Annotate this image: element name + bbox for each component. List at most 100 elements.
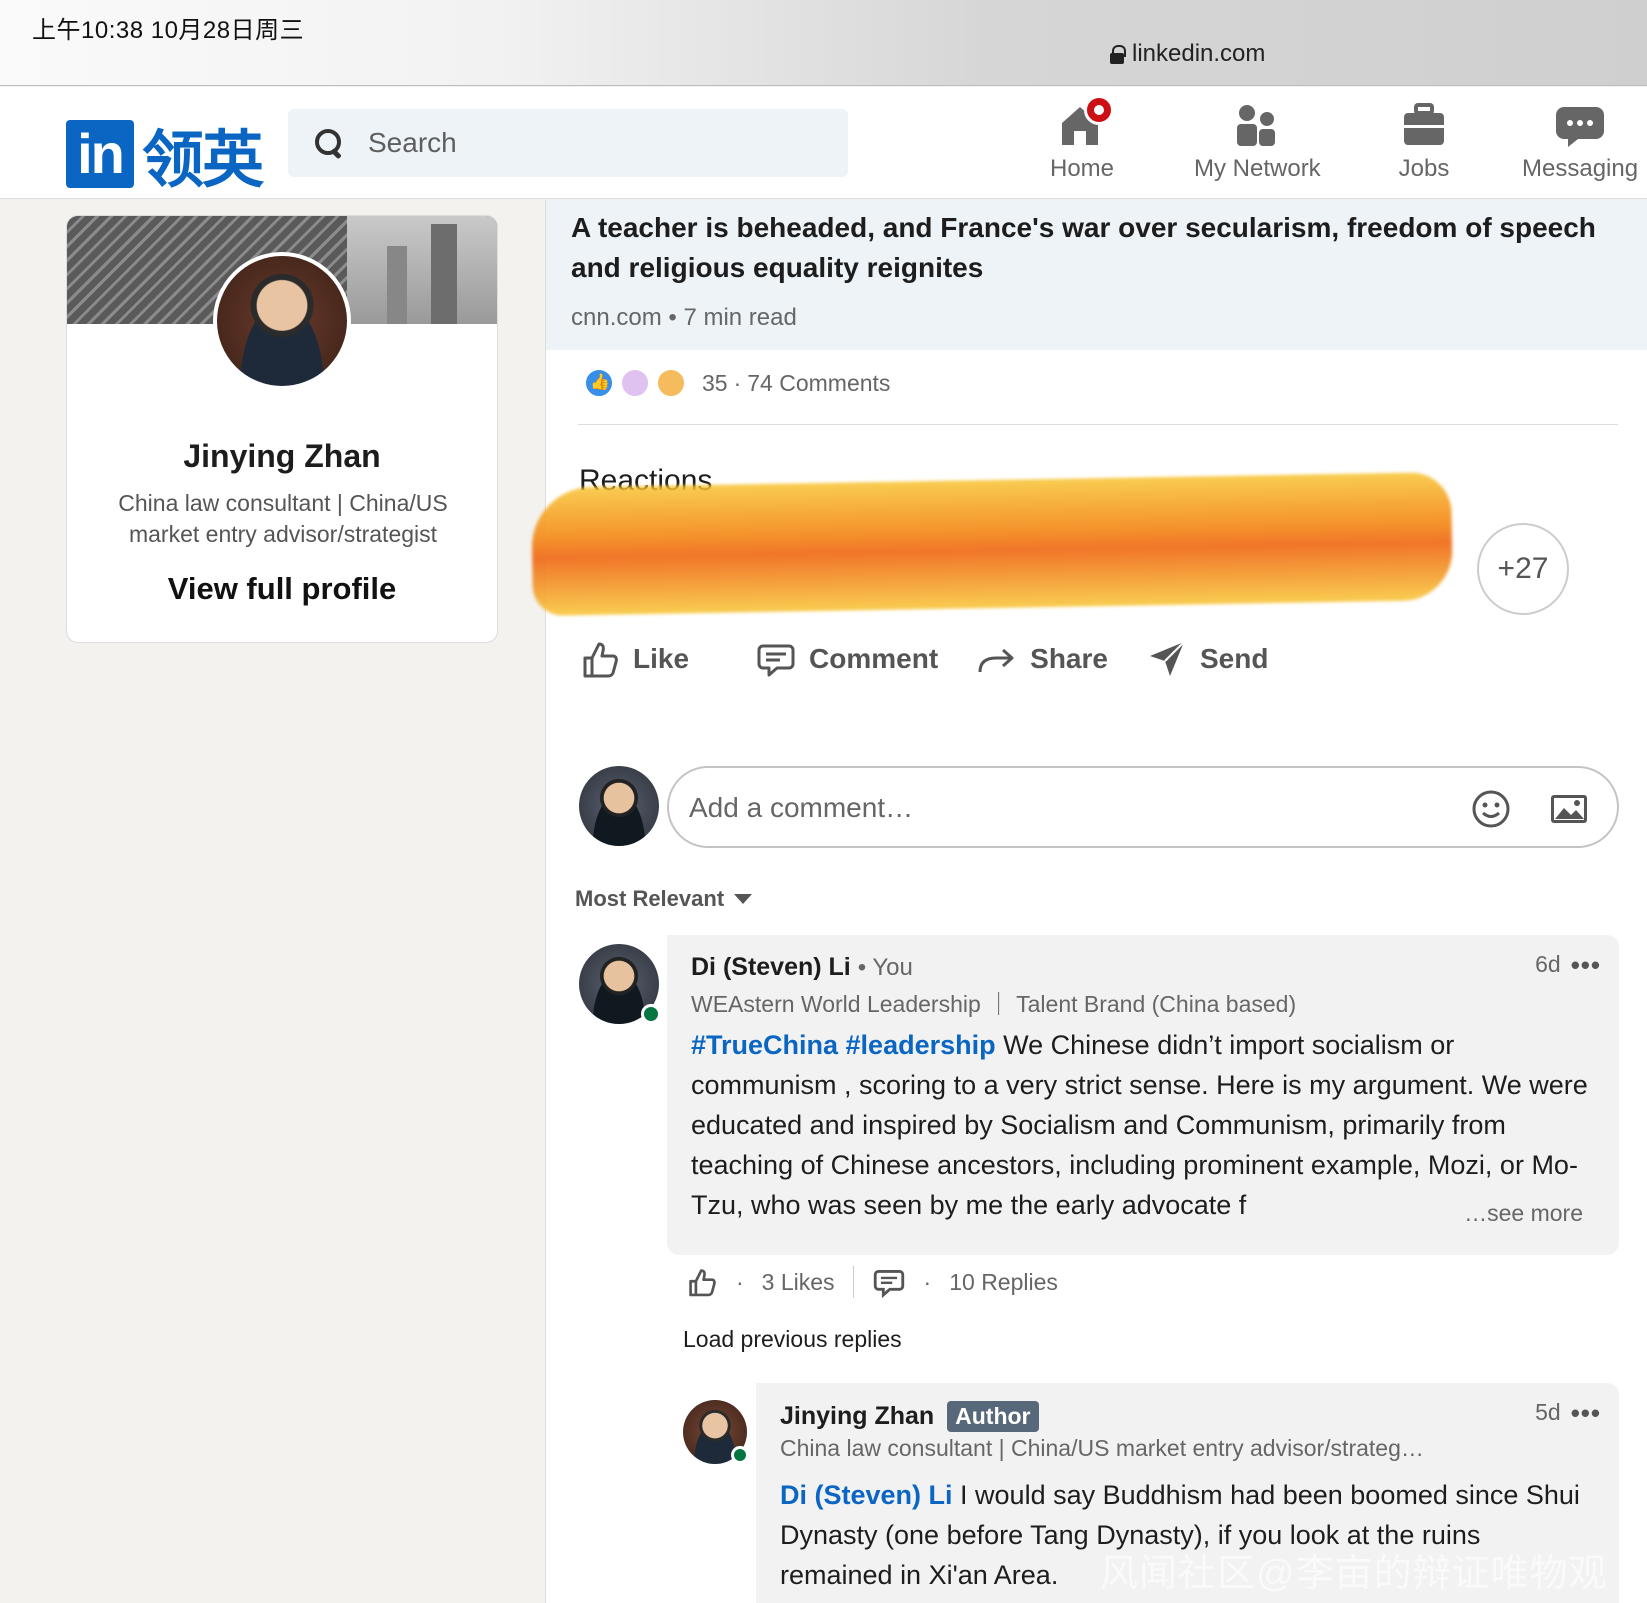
profile-card: Jinying Zhan China law consultant | Chin… — [66, 215, 498, 643]
online-status-indicator — [731, 1446, 749, 1464]
comment-time: 6d — [1535, 951, 1561, 977]
like-icon — [584, 368, 614, 398]
comment-likes[interactable]: 3 Likes — [762, 1269, 835, 1296]
reaction-count[interactable]: 35 — [702, 370, 728, 397]
redaction-scribble — [530, 471, 1454, 617]
send-label: Send — [1199, 643, 1269, 674]
divider — [578, 424, 1618, 425]
address-bar[interactable]: linkedin.com — [1110, 40, 1265, 68]
view-full-profile-link[interactable]: View full profile — [67, 571, 497, 607]
share-button[interactable]: Share — [976, 638, 1108, 680]
logo-in-mark: in — [66, 120, 134, 188]
network-icon — [1227, 99, 1287, 151]
cover-building — [431, 224, 457, 324]
like-label: Like — [633, 643, 690, 674]
online-status-indicator — [641, 1004, 661, 1024]
comment-avatar[interactable] — [579, 944, 661, 1024]
reply-author-headline: China law consultant | China/US market e… — [780, 1435, 1424, 1461]
share-icon — [978, 648, 1014, 673]
nav-messaging-label: Messaging — [1522, 155, 1639, 182]
nav-my-network[interactable]: My Network — [1194, 99, 1321, 183]
briefcase-icon — [1394, 99, 1454, 151]
messaging-icon — [1550, 99, 1610, 151]
profile-avatar[interactable] — [213, 252, 351, 390]
meta-separator: • — [668, 304, 684, 331]
more-reactors-button[interactable]: +27 — [1477, 523, 1569, 615]
status-bar: 上午10:38 10月28日周三 linkedin.com — [0, 0, 1647, 86]
nav-my-network-label: My Network — [1194, 155, 1321, 182]
image-icon[interactable] — [1549, 789, 1589, 829]
comment-replies[interactable]: 10 Replies — [949, 1269, 1058, 1296]
see-more-link[interactable]: …see more — [1456, 1200, 1583, 1227]
article-meta: cnn.com • 7 min read — [571, 304, 797, 332]
nav-jobs[interactable]: Jobs — [1394, 99, 1454, 183]
mention-link[interactable]: Di (Steven) Li — [780, 1480, 953, 1510]
linkedin-logo[interactable]: in 领英 — [66, 109, 264, 199]
watermark-text: 风闻社区@李亩的辩证唯物观 — [1100, 1553, 1608, 1595]
hashtags[interactable]: #TrueChina #leadership — [691, 1030, 996, 1060]
emoji-icon[interactable] — [1471, 789, 1511, 829]
nav-messaging[interactable]: Messaging — [1522, 99, 1638, 183]
more-options-icon[interactable]: ••• — [1571, 1400, 1601, 1426]
comment-author-relation: You — [872, 954, 913, 981]
comments-count[interactable]: 74 Comments — [747, 370, 890, 397]
article-title[interactable]: A teacher is beheaded, and France's war … — [571, 208, 1631, 288]
reply-avatar[interactable] — [683, 1400, 749, 1464]
reply-meta: 5d ••• — [1535, 1399, 1601, 1426]
search-input[interactable] — [368, 127, 788, 159]
article-preview[interactable]: A teacher is beheaded, and France's war … — [546, 200, 1647, 350]
like-button[interactable]: Like — [579, 638, 689, 680]
author-badge: Author — [947, 1401, 1039, 1432]
status-time: 上午10:38 10月28日周三 — [32, 17, 305, 44]
nav-home[interactable]: Home — [1050, 95, 1115, 183]
cover-building — [387, 246, 407, 324]
current-user-avatar[interactable] — [579, 766, 659, 846]
comment-actions: · 3 Likes · 10 Replies — [686, 1265, 1058, 1299]
comment-author[interactable]: Di (Steven) Li • You — [691, 953, 913, 982]
logo-cn-text: 领英 — [142, 126, 264, 195]
sort-label: Most Relevant — [575, 886, 725, 911]
comment-button[interactable]: Comment — [755, 638, 938, 680]
comment-label: Comment — [809, 643, 939, 674]
more-options-icon[interactable]: ••• — [1571, 952, 1601, 978]
dot-separator: · — [736, 1268, 744, 1295]
reply-author-name[interactable]: Jinying Zhan — [780, 1402, 934, 1430]
nav-jobs-label: Jobs — [1398, 155, 1450, 182]
search-box[interactable] — [288, 109, 848, 177]
comment-composer — [579, 766, 1619, 848]
reply-time: 5d — [1535, 1399, 1561, 1425]
avatar — [579, 944, 661, 1024]
comment-icon — [757, 644, 795, 677]
comment-bubble: Di (Steven) Li • You WEAstern World Lead… — [667, 935, 1619, 1255]
dot-separator: · — [923, 1268, 932, 1295]
separator — [852, 1266, 854, 1298]
comment-meta: 6d ••• — [1535, 951, 1601, 978]
comment-text: #TrueChina #leadership We Chinese didn’t… — [691, 1025, 1591, 1225]
comment-author-headline: WEAstern World Leadership ｜ Talent Brand… — [691, 991, 1297, 1017]
article-read-time: 7 min read — [683, 304, 797, 331]
thumbs-up-icon[interactable] — [686, 1266, 718, 1298]
article-source: cnn.com — [571, 304, 662, 331]
top-navbar: in 领英 Home My Network Jobs Messaging — [0, 87, 1647, 199]
thumbs-up-icon — [583, 642, 618, 678]
send-button[interactable]: Send — [1146, 638, 1268, 680]
home-icon — [1052, 95, 1115, 151]
post-actions: Like Comment Share Send — [579, 638, 1306, 680]
comment-input[interactable] — [689, 786, 1389, 830]
comment-author-name[interactable]: Di (Steven) Li — [691, 953, 851, 981]
reply-author[interactable]: Jinying Zhan Author — [780, 1401, 1039, 1432]
nav-home-label: Home — [1050, 155, 1115, 182]
comment-input-box[interactable] — [667, 766, 1619, 848]
social-counts[interactable]: 35 · 74 Comments — [584, 368, 890, 398]
reply-icon[interactable] — [872, 1265, 906, 1299]
notification-badge — [1084, 95, 1115, 125]
lock-icon — [1110, 45, 1126, 64]
sort-dropdown[interactable]: Most Relevant — [575, 886, 753, 912]
caret-down-icon — [734, 894, 753, 904]
count-separator: · — [733, 369, 742, 396]
profile-name[interactable]: Jinying Zhan — [67, 438, 497, 475]
share-label: Share — [1030, 643, 1108, 674]
profile-headline: China law consultant | China/US market e… — [118, 490, 448, 547]
load-previous-replies[interactable]: Load previous replies — [683, 1326, 902, 1353]
relation-dot: • — [857, 954, 873, 981]
